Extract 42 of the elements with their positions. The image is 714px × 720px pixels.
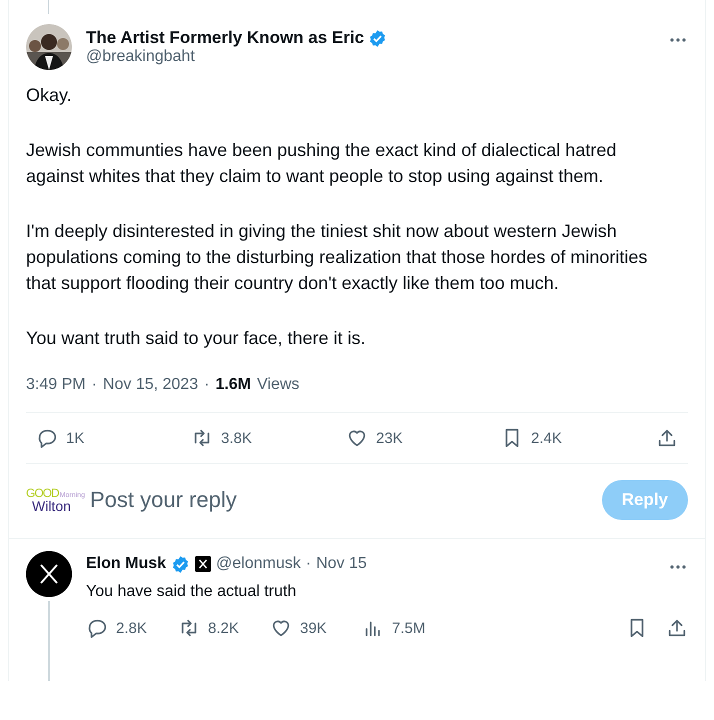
logo-text: GOOD [26,487,59,499]
reply-date[interactable]: Nov 15 [316,555,367,573]
bookmark-button[interactable]: 2.4K [501,427,581,449]
share-button[interactable] [666,617,688,639]
logo-text: Wilton [32,499,71,513]
share-icon [656,427,678,449]
share-button[interactable] [656,427,678,449]
action-count: 7.5M [392,620,426,636]
author-name[interactable]: The Artist Formerly Known as Eric [86,28,364,48]
views-button[interactable]: 7.5M [362,617,454,639]
action-count: 2.4K [531,430,562,446]
author-name[interactable]: Elon Musk [86,555,166,573]
reply-icon [86,617,108,639]
tweet-time[interactable]: 3:49 PM [26,376,86,394]
reply-button[interactable]: 1K [36,427,116,449]
action-count: 23K [376,430,403,446]
action-count: 8.2K [208,620,239,636]
tweet-date[interactable]: Nov 15, 2023 [102,376,198,394]
like-button[interactable]: 23K [346,427,426,449]
views-count: 1.6M [215,376,252,394]
x-logo-icon [26,551,72,597]
repost-button[interactable]: 8.2K [178,617,270,639]
views-label: Views [257,376,300,394]
separator-dot: · [92,376,97,394]
share-icon [666,617,688,639]
author-handle[interactable]: @breakingbaht [86,48,654,66]
separator-dot: · [204,376,210,394]
action-count: 1K [66,430,84,446]
repost-button[interactable]: 3.8K [191,427,271,449]
like-button[interactable]: 39K [270,617,362,639]
reply-text: You have said the actual truth [86,583,298,601]
tweet-text: Jewish communties have been pushing the exact kind of dialectical hatred against whites that they claim to want people to stop using against them. [26,139,618,188]
tweet-text: I'm deeply disinterested in giving the tiniest shit now about western Jewish populations coming to the disturbing realization that those hordes of minorities that support flooding their country don't exactly like them too much. [26,220,648,295]
reply-icon [36,427,58,449]
reply-button[interactable]: 2.8K [86,617,178,639]
separator-dot: · [306,555,312,573]
action-count: 2.8K [116,620,147,636]
action-count: 3.8K [221,430,252,446]
action-count: 39K [300,620,327,636]
tweet-text: Okay. [26,84,73,107]
author-handle[interactable]: @elonmusk [216,555,301,573]
tweet-text: You want truth said to your face, there it is. [26,327,367,350]
